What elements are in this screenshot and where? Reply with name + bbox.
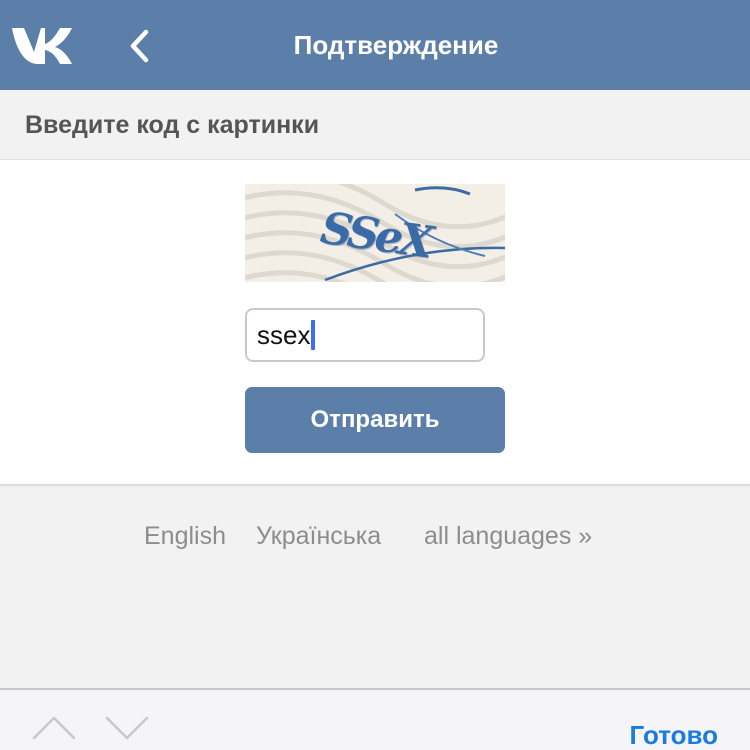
captcha-code-input[interactable]: ssex xyxy=(245,308,485,362)
language-links: English Українська all languages » xyxy=(0,522,750,562)
text-cursor xyxy=(311,320,316,350)
submit-button[interactable]: Отправить xyxy=(245,387,505,453)
captcha-code-value: ssex xyxy=(257,319,311,350)
app-header: Подтверждение xyxy=(0,0,750,90)
chevron-up-icon[interactable] xyxy=(30,712,78,744)
language-link-all[interactable]: all languages » xyxy=(424,522,592,551)
keyboard-accessory-bar: Готово xyxy=(0,688,750,750)
page-title: Подтверждение xyxy=(293,30,499,60)
language-link-ukrainian[interactable]: Українська xyxy=(256,522,381,551)
language-link-english[interactable]: English xyxy=(144,522,226,551)
section-heading: Введите код с картинки xyxy=(0,90,750,160)
section-heading-text: Введите код с картинки xyxy=(25,111,320,139)
captcha-image[interactable]: SSeX xyxy=(245,184,505,282)
captcha-panel: SSeX ssex Отправить xyxy=(0,160,750,486)
chevron-down-icon[interactable] xyxy=(103,712,151,744)
submit-button-label: Отправить xyxy=(310,406,440,433)
done-button[interactable]: Готово xyxy=(630,720,718,750)
captcha-page: Подтверждение Введите код с картинки SSe… xyxy=(0,0,750,750)
